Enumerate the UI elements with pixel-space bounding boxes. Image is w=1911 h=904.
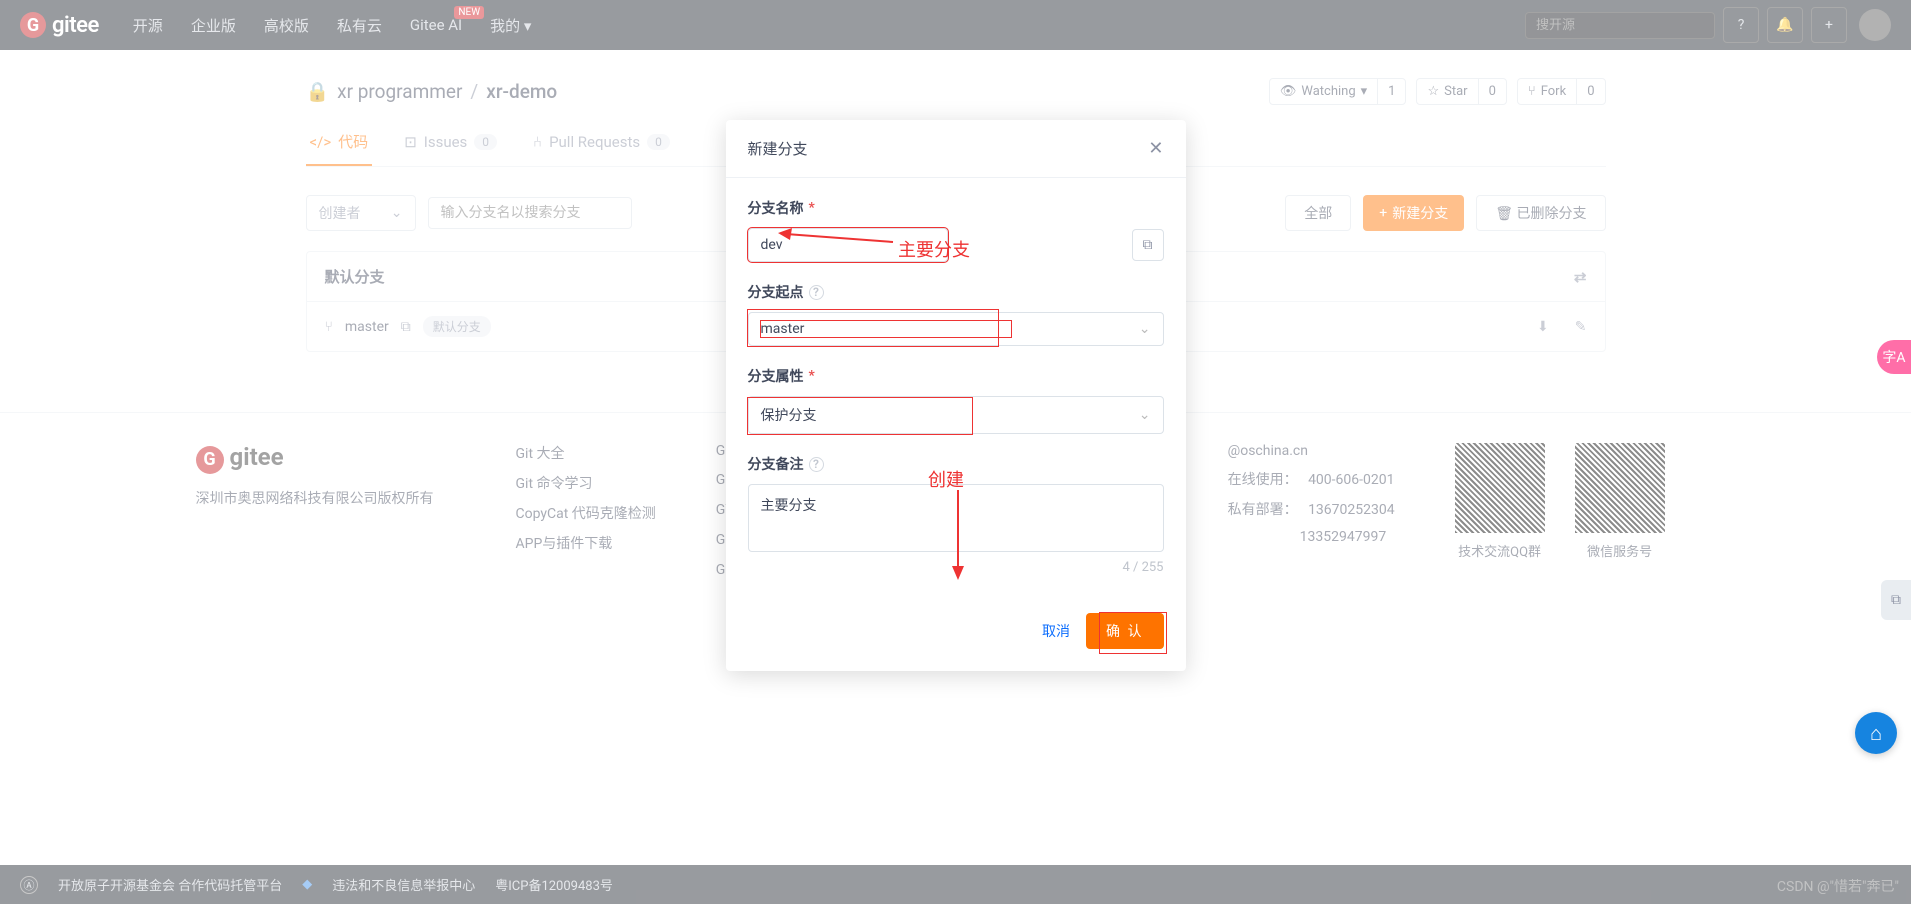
- modal-title: 新建分支: [748, 138, 808, 159]
- branch-note-label: 分支备注?: [748, 454, 1164, 474]
- branch-note-input[interactable]: [748, 484, 1164, 552]
- close-icon[interactable]: ✕: [1148, 138, 1163, 159]
- branch-name-label: 分支名称*: [748, 198, 1164, 218]
- char-count: 4 / 255: [748, 560, 1164, 575]
- copy-button[interactable]: ⧉: [1132, 229, 1164, 261]
- confirm-button[interactable]: 确 认: [1086, 613, 1163, 649]
- help-icon[interactable]: ?: [809, 457, 824, 472]
- float-translate-icon[interactable]: 字A: [1877, 340, 1911, 374]
- branch-start-select[interactable]: master ⌄: [748, 312, 1164, 346]
- float-side-icon[interactable]: ⧉: [1881, 580, 1911, 620]
- float-home-icon[interactable]: ⌂: [1855, 712, 1897, 754]
- help-icon[interactable]: ?: [809, 285, 824, 300]
- branch-attr-select[interactable]: 保护分支 ⌄: [748, 396, 1164, 434]
- chevron-down-icon: ⌄: [1139, 407, 1151, 423]
- chevron-down-icon: ⌄: [1139, 321, 1151, 337]
- watermark: CSDN @"惜若"奔已": [1777, 876, 1899, 896]
- branch-attr-label: 分支属性*: [748, 366, 1164, 386]
- branch-name-input[interactable]: [748, 228, 948, 262]
- new-branch-modal: 新建分支 ✕ 分支名称* ⧉ 分支起点? master ⌄ 分支属性* 保护分支…: [726, 120, 1186, 671]
- cancel-button[interactable]: 取消: [1042, 621, 1070, 641]
- branch-start-label: 分支起点?: [748, 282, 1164, 302]
